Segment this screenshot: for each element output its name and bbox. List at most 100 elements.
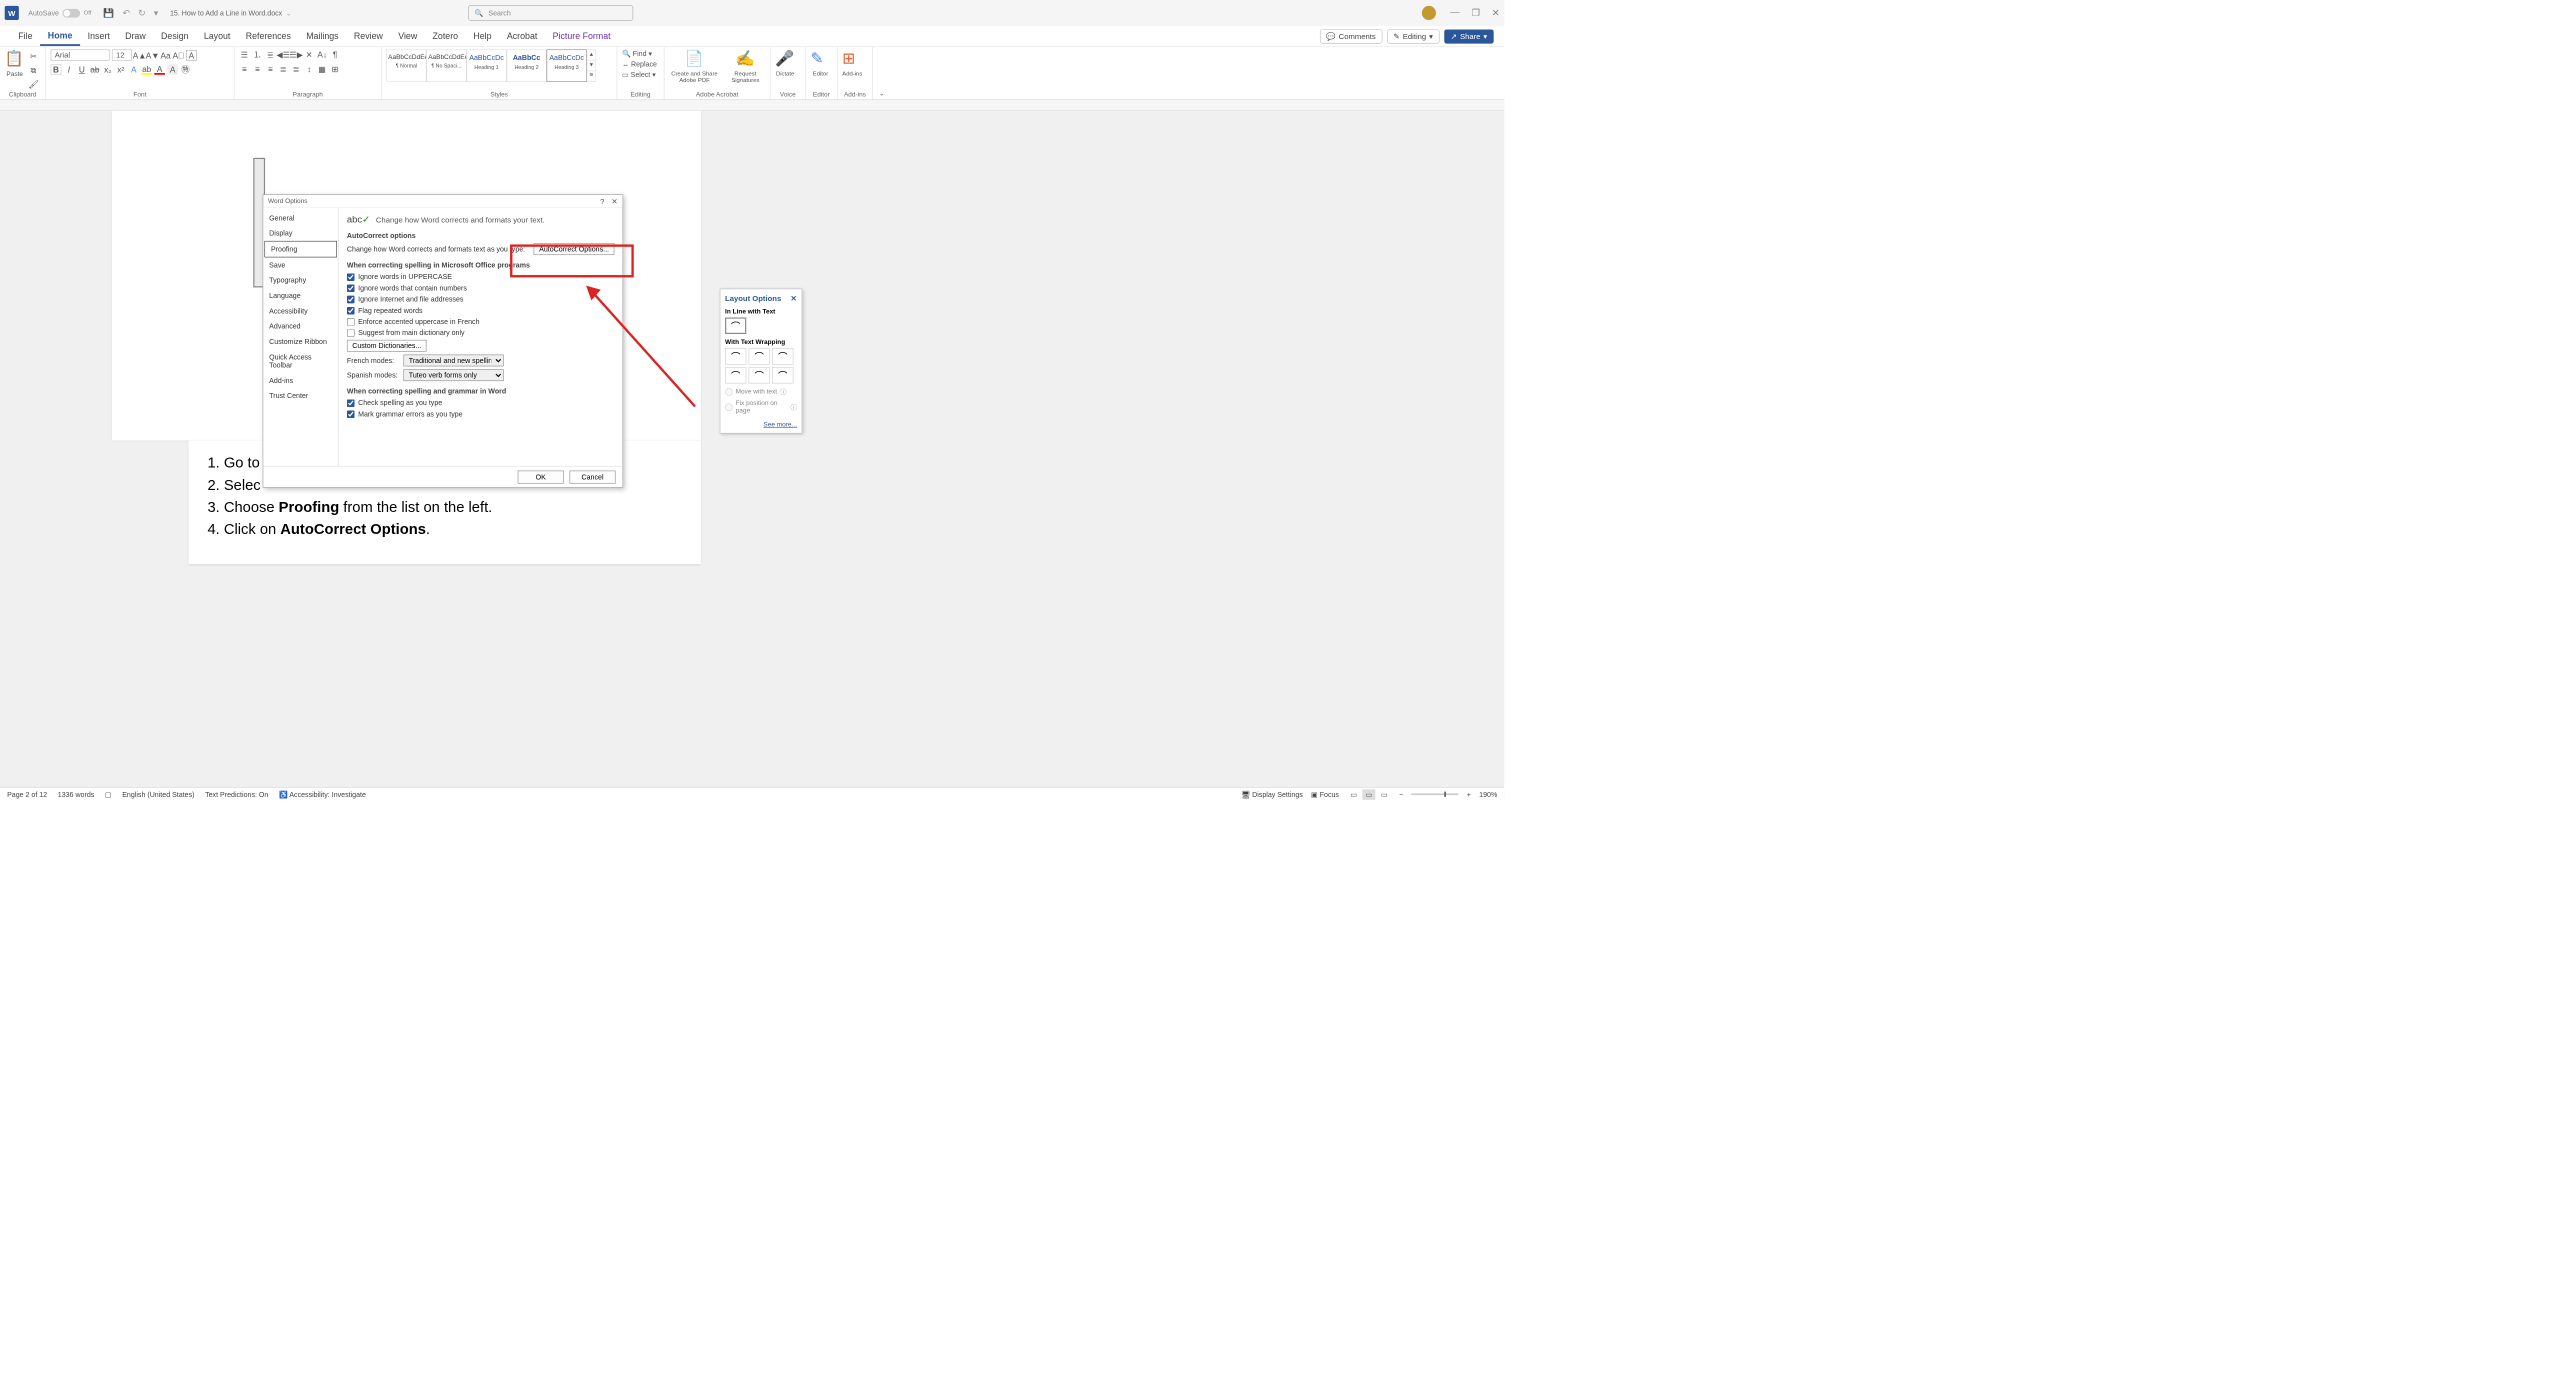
search-box[interactable]: 🔍 Search (468, 5, 633, 20)
text-predictions-indicator[interactable]: Text Predictions: On (205, 790, 268, 798)
format-painter-icon[interactable]: 🖌 (28, 79, 39, 90)
document-area[interactable]: Go to Selec Choose Proofing from the lis… (0, 100, 1504, 801)
cat-customize-ribbon[interactable]: Customize Ribbon (263, 334, 338, 349)
qat-dropdown-icon[interactable]: ▾ (154, 8, 158, 19)
restore-icon[interactable]: ❐ (1471, 7, 1479, 19)
tab-draw[interactable]: Draw (117, 28, 153, 45)
phonetic-icon[interactable]: A (186, 50, 197, 61)
style-heading1[interactable]: AaBbCcDcHeading 1 (466, 49, 506, 81)
shrink-font-icon[interactable]: A▼ (147, 50, 158, 61)
custom-dictionaries-button[interactable]: Custom Dictionaries... (347, 340, 427, 352)
checkbox2-0[interactable]: Check spelling as you type (347, 399, 614, 407)
char-shading-icon[interactable]: A (167, 64, 178, 75)
paste-button[interactable]: 📋 Paste (5, 49, 25, 77)
tab-file[interactable]: File (11, 28, 41, 45)
word-count[interactable]: 1336 words (58, 790, 95, 798)
font-size-input[interactable]: 12 (112, 49, 132, 60)
spell-check-icon[interactable]: ▢ (105, 790, 112, 798)
document-title[interactable]: 15. How to Add a Line in Word.docx (170, 9, 282, 17)
increase-indent-icon[interactable]: ☰▶ (291, 49, 302, 60)
asian-layout-icon[interactable]: ✕ (304, 49, 315, 60)
accessibility-indicator[interactable]: ♿ Accessibility: Investigate (279, 790, 366, 798)
cat-typography[interactable]: Typography (263, 273, 338, 288)
ruler[interactable] (0, 100, 1504, 111)
font-color-icon[interactable]: A (154, 64, 165, 75)
save-icon[interactable]: 💾 (103, 8, 114, 19)
move-with-text-radio[interactable]: Move with text ⓘ (725, 387, 797, 396)
tab-layout[interactable]: Layout (196, 28, 238, 45)
tab-mailings[interactable]: Mailings (299, 28, 347, 45)
multilevel-icon[interactable]: ≣ (265, 49, 276, 60)
underline-icon[interactable]: U (77, 64, 88, 75)
tab-insert[interactable]: Insert (80, 28, 117, 45)
sort-icon[interactable]: A↓ (317, 49, 328, 60)
wrap-square-icon[interactable]: ⌒ (725, 348, 746, 364)
autosave-toggle[interactable]: AutoSave Off (28, 9, 91, 18)
dictate-button[interactable]: 🎤Dictate (775, 49, 795, 77)
replace-button[interactable]: ↔ Replace (622, 60, 657, 68)
style-nospacing[interactable]: AaBbCcDdEe¶ No Spaci... (426, 49, 466, 81)
editor-button[interactable]: ✎Editor (810, 49, 830, 77)
shading-icon[interactable]: ▦ (317, 64, 328, 75)
page-indicator[interactable]: Page 2 of 12 (7, 790, 47, 798)
wrap-front-icon[interactable]: ⌒ (772, 367, 793, 383)
strikethrough-icon[interactable]: ab (90, 64, 101, 75)
borders-icon[interactable]: ⊞ (330, 64, 341, 75)
zoom-in-button[interactable]: + (1467, 790, 1471, 798)
styles-more-icon[interactable]: ≡ (587, 71, 595, 82)
see-more-link[interactable]: See more... (763, 421, 796, 428)
decrease-indent-icon[interactable]: ◀☰ (278, 49, 289, 60)
cat-general[interactable]: General (263, 210, 338, 225)
close-icon[interactable]: ✕ (1492, 7, 1500, 19)
cat-proofing[interactable]: Proofing (264, 241, 336, 257)
tab-references[interactable]: References (238, 28, 299, 45)
ok-button[interactable]: OK (518, 470, 564, 483)
text-effects-icon[interactable]: A (128, 64, 139, 75)
bold-icon[interactable]: B (51, 64, 62, 75)
bullets-icon[interactable]: ☰ (239, 49, 250, 60)
justify-icon[interactable]: ≣ (278, 64, 289, 75)
share-button[interactable]: ↗ Share ▾ (1444, 29, 1494, 43)
print-layout-icon[interactable]: ▭ (1363, 789, 1376, 800)
language-indicator[interactable]: English (United States) (122, 790, 194, 798)
cat-addins[interactable]: Add-ins (263, 373, 338, 388)
line-spacing-icon[interactable]: ↕ (304, 64, 315, 75)
subscript-icon[interactable]: x₂ (102, 64, 113, 75)
request-signatures-button[interactable]: ✍ Request Signatures (726, 49, 765, 83)
layout-popup-close-icon[interactable]: ✕ (790, 294, 796, 303)
enclose-icon[interactable]: ㊕ (180, 64, 191, 75)
style-normal[interactable]: AaBbCcDdEe¶ Normal (386, 49, 426, 81)
wrap-through-icon[interactable]: ⌒ (772, 348, 793, 364)
copy-icon[interactable]: ⧉ (28, 65, 39, 76)
spanish-modes-select[interactable]: Tuteo verb forms only (403, 369, 503, 381)
style-heading3[interactable]: AaBbCcDcHeading 3 (547, 49, 587, 81)
checkbox-2[interactable]: Ignore Internet and file addresses (347, 295, 614, 303)
cat-advanced[interactable]: Advanced (263, 319, 338, 334)
checkbox-5[interactable]: Suggest from main dictionary only (347, 329, 614, 337)
change-case-icon[interactable]: Aa (160, 50, 171, 61)
tab-view[interactable]: View (391, 28, 425, 45)
grow-font-icon[interactable]: A▲ (134, 50, 145, 61)
dialog-close-icon[interactable]: ✕ (611, 196, 617, 205)
highlight-icon[interactable]: ab (141, 64, 152, 75)
editing-mode-button[interactable]: ✎ Editing ▾ (1387, 29, 1440, 43)
superscript-icon[interactable]: x² (115, 64, 126, 75)
styles-up-icon[interactable]: ▴ (587, 50, 595, 60)
find-button[interactable]: 🔍 Find ▾ (622, 49, 652, 57)
doctitle-dropdown-icon[interactable]: ⌄ (286, 9, 292, 17)
wrap-behind-icon[interactable]: ⌒ (749, 367, 770, 383)
zoom-out-button[interactable]: − (1399, 790, 1403, 798)
addins-button[interactable]: ⊞Add-ins (842, 49, 862, 77)
select-button[interactable]: ▭ Select ▾ (622, 71, 656, 79)
create-pdf-button[interactable]: 📄 Create and Share Adobe PDF (669, 49, 720, 83)
cat-accessibility[interactable]: Accessibility (263, 303, 338, 318)
undo-icon[interactable]: ↶ (122, 8, 129, 19)
zoom-slider[interactable] (1411, 793, 1458, 795)
cat-trust-center[interactable]: Trust Center (263, 388, 338, 403)
dialog-titlebar[interactable]: Word Options ? ✕ (263, 195, 622, 208)
cat-save[interactable]: Save (263, 257, 338, 272)
show-marks-icon[interactable]: ¶ (330, 49, 341, 60)
cat-language[interactable]: Language (263, 288, 338, 303)
collapse-ribbon-icon[interactable]: ⌄ (879, 90, 884, 98)
styles-down-icon[interactable]: ▾ (587, 60, 595, 71)
